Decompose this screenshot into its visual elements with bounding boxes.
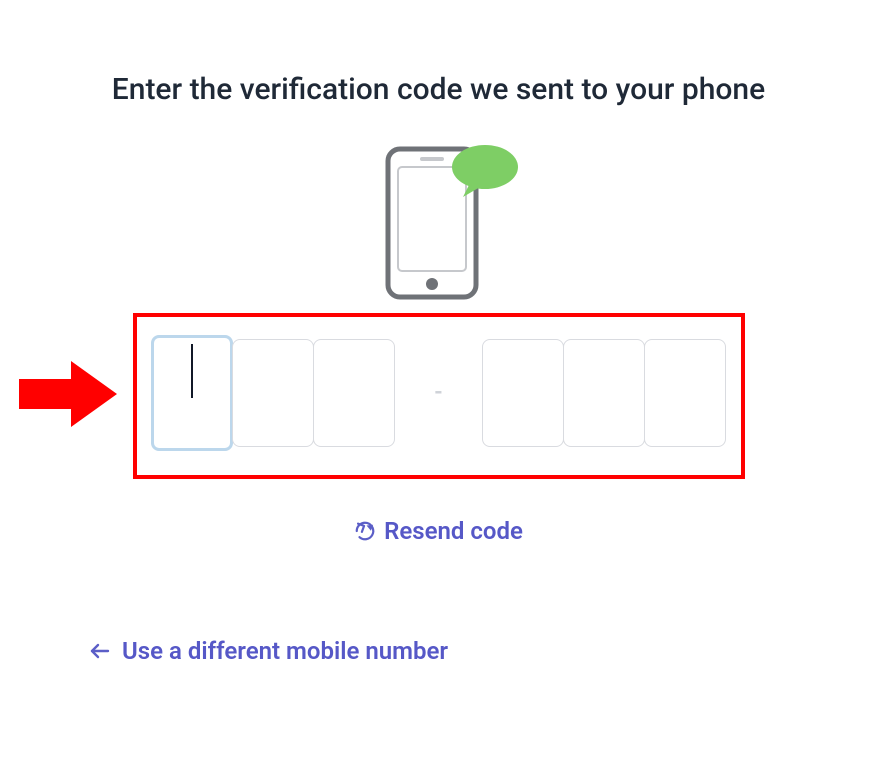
code-group-2 bbox=[482, 339, 726, 447]
phone-sms-illustration bbox=[60, 141, 817, 301]
code-digit-6[interactable] bbox=[644, 339, 726, 447]
resend-code-label: Resend code bbox=[384, 517, 523, 545]
arrow-left-icon bbox=[88, 639, 112, 663]
refresh-icon bbox=[354, 520, 376, 542]
code-digit-3[interactable] bbox=[313, 339, 395, 447]
verification-code-panel: Enter the verification code we sent to y… bbox=[0, 0, 877, 705]
page-heading: Enter the verification code we sent to y… bbox=[89, 70, 789, 111]
verification-code-row: - bbox=[151, 339, 727, 447]
annotation-arrow-icon bbox=[17, 357, 121, 435]
code-input-highlight: - bbox=[133, 313, 745, 479]
resend-code-link[interactable]: Resend code bbox=[60, 517, 817, 545]
code-digit-4[interactable] bbox=[482, 339, 564, 447]
code-digit-1[interactable] bbox=[151, 335, 233, 451]
code-digit-5[interactable] bbox=[563, 339, 645, 447]
code-separator: - bbox=[428, 380, 449, 405]
phone-icon bbox=[354, 141, 524, 301]
code-group-1 bbox=[151, 339, 395, 447]
use-different-number-label: Use a different mobile number bbox=[122, 637, 448, 665]
text-cursor-icon bbox=[191, 344, 193, 398]
use-different-number-link[interactable]: Use a different mobile number bbox=[88, 637, 817, 665]
code-digit-2[interactable] bbox=[232, 339, 314, 447]
